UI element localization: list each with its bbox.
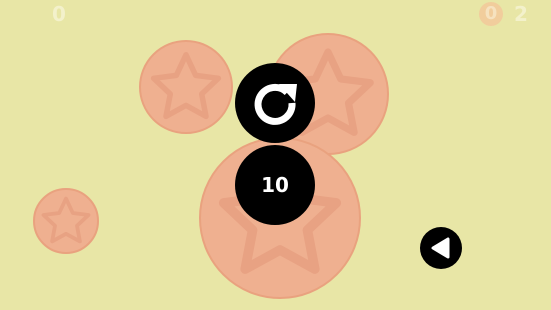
game-stage[interactable]: 0 0 2 10 [0, 0, 551, 310]
level-button[interactable]: 10 [235, 145, 315, 225]
restart-button[interactable] [235, 63, 315, 143]
level-label: 10 [261, 173, 289, 197]
bubble-top-left [139, 40, 233, 134]
bubble-small-left [33, 188, 99, 254]
restart-arrow-icon [254, 83, 297, 125]
score-counter: 0 [52, 2, 66, 26]
triangle-left-icon [431, 237, 450, 259]
back-button[interactable] [420, 227, 462, 269]
coin-icon: 0 [479, 2, 503, 26]
coin-counter: 2 [514, 2, 528, 26]
coin-glyph: 0 [484, 3, 498, 24]
